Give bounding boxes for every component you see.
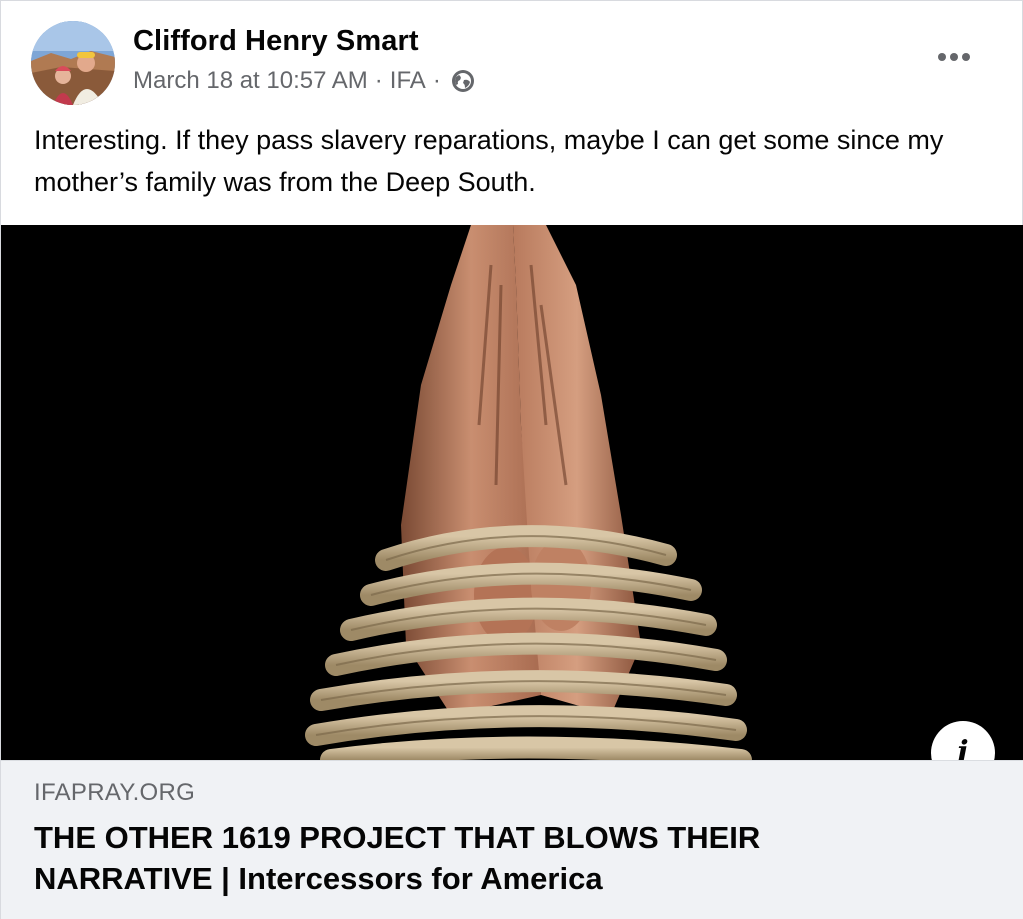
post-header: Clifford Henry Smart March 18 at 10:57 A… bbox=[1, 1, 1022, 111]
meta-separator: · bbox=[432, 67, 441, 94]
link-domain: IFAPRAY.ORG bbox=[34, 779, 196, 806]
author-avatar[interactable] bbox=[31, 21, 115, 105]
more-options-icon bbox=[938, 53, 946, 61]
more-options-button[interactable] bbox=[929, 39, 979, 75]
more-options-icon bbox=[950, 53, 958, 61]
meta-separator: · bbox=[374, 67, 383, 94]
author-name[interactable]: Clifford Henry Smart bbox=[133, 25, 419, 58]
praying-hands-bound-in-rope-image bbox=[1, 225, 1023, 760]
link-preview-image[interactable] bbox=[1, 225, 1023, 760]
group-name[interactable]: IFA bbox=[390, 67, 426, 95]
link-preview-footer[interactable]: IFAPRAY.ORG THE OTHER 1619 PROJECT THAT … bbox=[1, 760, 1023, 919]
globe-icon bbox=[450, 68, 476, 94]
link-title[interactable]: THE OTHER 1619 PROJECT THAT BLOWS THEIR … bbox=[34, 817, 934, 899]
post-card: Clifford Henry Smart March 18 at 10:57 A… bbox=[0, 0, 1023, 919]
avatar-photo bbox=[31, 21, 115, 105]
post-text: Interesting. If they pass slavery repara… bbox=[34, 125, 944, 197]
post-timestamp[interactable]: March 18 at 10:57 AM bbox=[133, 67, 368, 95]
more-options-icon bbox=[962, 53, 970, 61]
post-meta: March 18 at 10:57 AM · IFA · bbox=[133, 65, 476, 97]
